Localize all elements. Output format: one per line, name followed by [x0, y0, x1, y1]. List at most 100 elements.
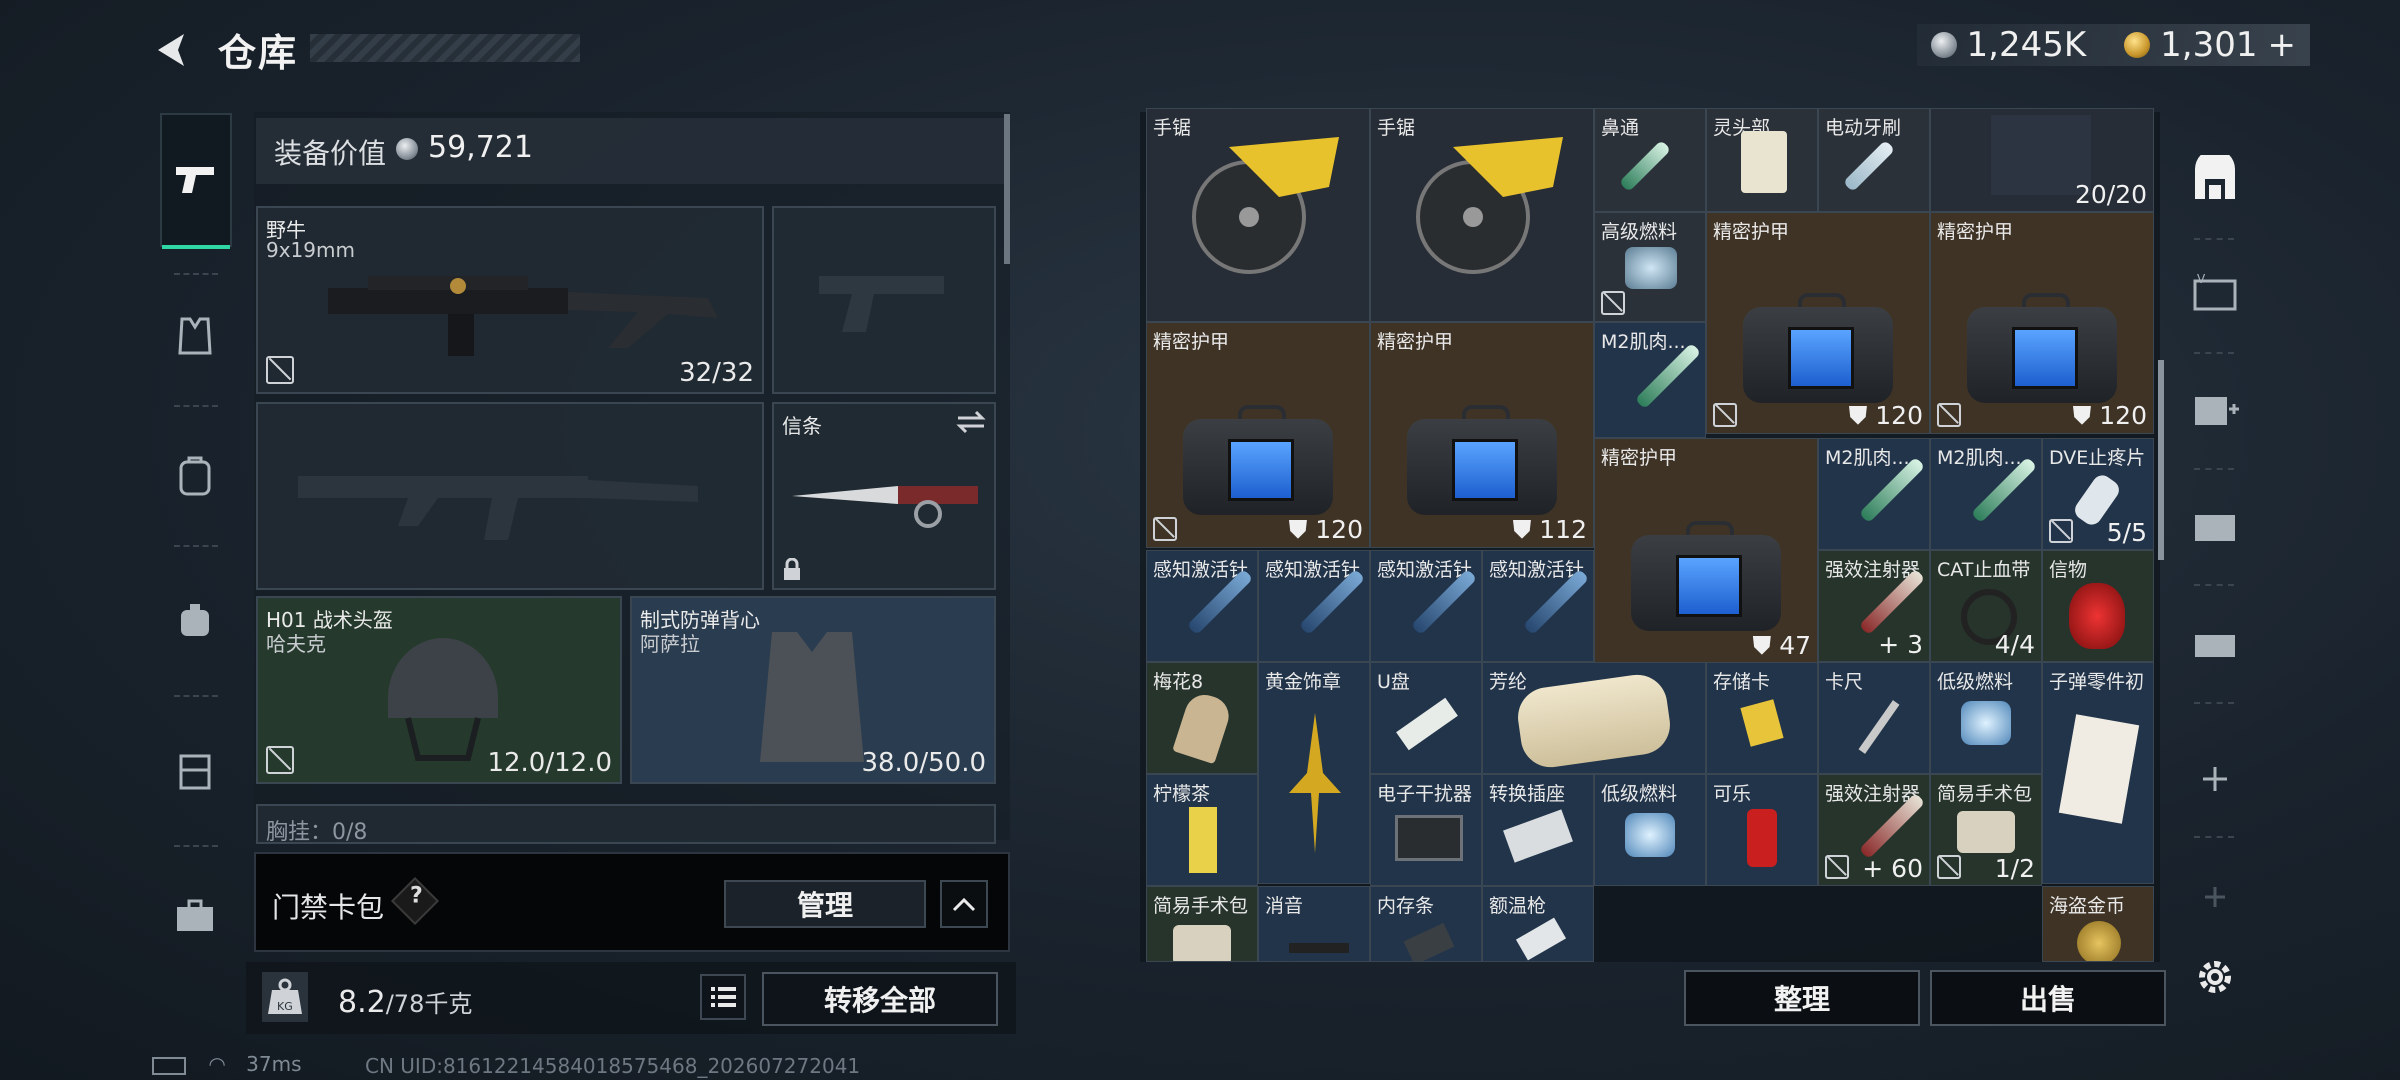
grid-item-stack[interactable]: 20/20: [1930, 108, 2154, 212]
grid-item[interactable]: 精密护甲 ⛊ 112: [1370, 322, 1594, 548]
helmet-slot[interactable]: H01 战术头盔 哈夫克 12.0/12.0: [256, 596, 622, 784]
nav-storage-iv[interactable]: [2188, 498, 2242, 552]
grid-item[interactable]: 黄金饰章: [1258, 662, 1370, 884]
grid-item[interactable]: 简易手术包 1/2: [1930, 774, 2042, 886]
grid-item[interactable]: 海盗金币: [2042, 886, 2154, 962]
grid-item[interactable]: 感知激活针: [1258, 550, 1370, 662]
surgery-kit-image: [1173, 925, 1231, 961]
nav-pouch[interactable]: [160, 585, 230, 655]
nav-armor[interactable]: [160, 301, 230, 371]
add-currency-button[interactable]: +: [2268, 25, 2297, 65]
back-button[interactable]: [150, 28, 194, 72]
secondary-weapon-slot-empty[interactable]: [256, 402, 764, 590]
nav-separator: [174, 405, 218, 407]
manage-button[interactable]: 管理: [724, 880, 926, 928]
collapse-button[interactable]: [940, 880, 988, 928]
equipment-value-label: 装备价值: [274, 137, 387, 170]
grid-item[interactable]: 电子干扰器: [1370, 774, 1482, 886]
grid-item[interactable]: 强效注射器 + 3: [1818, 550, 1930, 662]
nav-storage-iii[interactable]: [2188, 616, 2242, 670]
melee-slot[interactable]: 信条: [772, 402, 996, 590]
weapon-ammo: 32/32: [679, 358, 754, 388]
sell-button[interactable]: 出售: [1930, 970, 2166, 1026]
armor-bag-image: [1183, 405, 1333, 515]
gold-amount: 1,301: [2160, 25, 2258, 65]
grid-item[interactable]: 梅花8: [1146, 662, 1258, 774]
fuel-can-image: [1625, 247, 1677, 289]
armor-slot[interactable]: 制式防弹背心 阿萨拉 38.0/50.0: [630, 596, 996, 784]
grid-item[interactable]: 信物: [2042, 550, 2154, 662]
add-storage-button[interactable]: [2188, 752, 2242, 806]
grid-item[interactable]: 感知激活针: [1146, 550, 1258, 662]
grid-item[interactable]: 低级燃料: [1594, 774, 1706, 886]
nav-case[interactable]: [160, 735, 230, 805]
nav-toolbox[interactable]: [160, 881, 230, 951]
primary-weapon-slot[interactable]: 野牛 9x19mm 32/32: [256, 206, 764, 394]
grid-item[interactable]: 转换插座: [1482, 774, 1594, 886]
grid-item[interactable]: 高级燃料: [1594, 212, 1706, 322]
grid-item[interactable]: M2肌肉...: [1930, 438, 2042, 550]
title-decoration: [310, 34, 580, 62]
grid-item[interactable]: 消音: [1258, 886, 1370, 962]
add-storage-button-disabled: [2188, 870, 2242, 924]
grid-item[interactable]: M2肌肉...: [1594, 322, 1706, 438]
grid-scrollbar[interactable]: [2158, 360, 2164, 560]
transfer-all-button[interactable]: 转移全部: [762, 972, 998, 1026]
sidearm-slot-empty[interactable]: [772, 206, 996, 394]
sort-button[interactable]: 整理: [1684, 970, 1920, 1026]
grid-item[interactable]: 额温枪: [1482, 886, 1594, 962]
chevron-up-icon: [952, 897, 976, 912]
knife-image: [792, 486, 978, 528]
storage-add-icon: [2195, 397, 2239, 425]
no-insurance-icon: [2049, 519, 2073, 543]
grid-item[interactable]: 感知激活针: [1370, 550, 1482, 662]
grid-item[interactable]: CAT止血带 4/4: [1930, 550, 2042, 662]
grid-item[interactable]: 内存条: [1370, 886, 1482, 962]
grid-item[interactable]: 精密护甲 ⛊ 120: [1146, 322, 1370, 548]
grid-item[interactable]: 简易手术包: [1146, 886, 1258, 962]
grid-item-saw[interactable]: 手锯: [1370, 108, 1594, 322]
silver-coin-icon: [1930, 32, 1957, 58]
grid-item-saw[interactable]: 手锯: [1146, 108, 1370, 322]
grid-item-nasal-spray[interactable]: 鼻通: [1594, 108, 1706, 212]
grid-item[interactable]: 卡尺: [1818, 662, 1930, 774]
grid-item[interactable]: U盘: [1370, 662, 1482, 774]
swap-icon[interactable]: [956, 410, 986, 434]
grid-item[interactable]: 精密护甲 ⛊ 47: [1594, 438, 1818, 664]
nav-backpack[interactable]: [160, 441, 230, 511]
settings-button[interactable]: [2188, 950, 2242, 1004]
grid-item[interactable]: M2肌肉...: [1818, 438, 1930, 550]
grid-item[interactable]: 存储卡: [1706, 662, 1818, 774]
grid-item[interactable]: 低级燃料: [1930, 662, 2042, 774]
nav-storage-iv-add[interactable]: [2188, 382, 2242, 436]
plus-icon: [2205, 887, 2225, 907]
toolbox-icon: [177, 899, 213, 931]
weight-icon: KG: [262, 972, 308, 1022]
nav-warehouse[interactable]: [2188, 152, 2242, 206]
grid-item-canister[interactable]: 灵头部: [1706, 108, 1818, 212]
currency-bar[interactable]: 1,245K 1,301 +: [1916, 24, 2310, 66]
nav-separator: [2194, 584, 2234, 586]
rifle-silhouette-icon: [298, 476, 698, 540]
list-view-button[interactable]: [700, 974, 746, 1020]
grid-item[interactable]: 感知激活针: [1482, 550, 1594, 662]
nav-weapons[interactable]: [160, 113, 232, 249]
grid-item[interactable]: 精密护甲 ⛊ 120: [1706, 212, 1930, 434]
no-insurance-icon: [1937, 403, 1961, 427]
grid-item-toothbrush[interactable]: 电动牙刷: [1818, 108, 1930, 212]
grid-item[interactable]: 柠檬茶: [1146, 774, 1258, 886]
grid-item[interactable]: 可乐: [1706, 774, 1818, 886]
grid-item[interactable]: 强效注射器 + 60: [1818, 774, 1930, 886]
equipment-scrollbar[interactable]: [1004, 114, 1010, 264]
warehouse-icon: [2195, 155, 2235, 199]
nav-storage-v[interactable]: V: [2188, 266, 2242, 320]
chest-rig-slot[interactable]: 胸挂：0/8: [256, 804, 996, 844]
grid-item[interactable]: DVE止疼片 5/5: [2042, 438, 2154, 550]
page-title: 仓库: [218, 31, 299, 75]
melee-name: 信条: [782, 414, 822, 438]
grid-item[interactable]: 芳纶: [1482, 662, 1706, 774]
storage-v-icon: V: [2193, 273, 2237, 311]
grid-item[interactable]: 子弹零件初: [2042, 662, 2154, 884]
battery-icon: [152, 1056, 186, 1075]
grid-item[interactable]: 精密护甲 ⛊ 120: [1930, 212, 2154, 434]
